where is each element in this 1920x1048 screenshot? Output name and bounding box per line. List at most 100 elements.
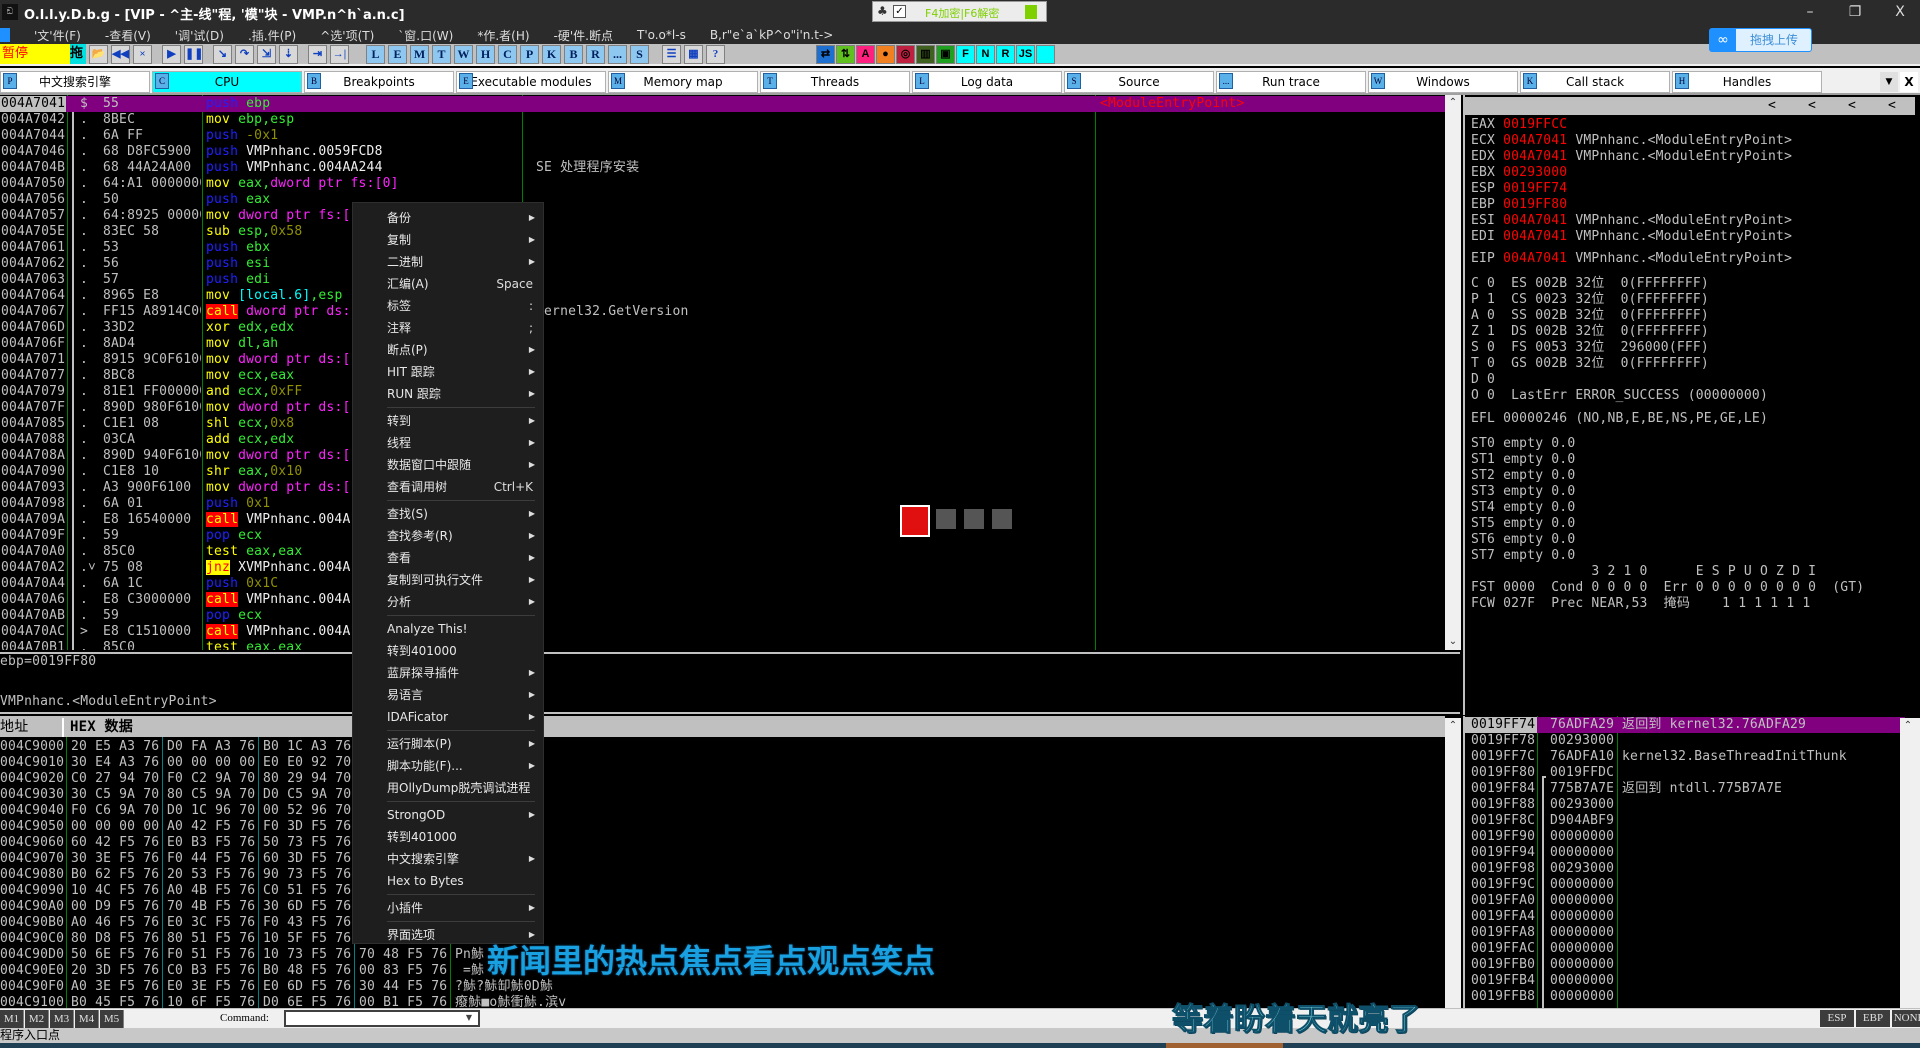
register-edx[interactable]: EDX 004A7041 VMPnhanc.<ModuleEntryPoint> — [1471, 149, 1792, 165]
tabs-dropdown-button[interactable]: ▼ — [1880, 72, 1898, 92]
disasm-row[interactable]: 004A70A6. E8 C3000000 call VMPnhanc.004A — [0, 592, 1445, 608]
menu-item[interactable]: 备份 ▶ — [353, 207, 543, 229]
f-icon[interactable]: F — [956, 44, 975, 64]
dump-address-header[interactable]: 地址 — [0, 718, 64, 737]
fpu-register[interactable]: ST0 empty 0.0 — [1471, 436, 1575, 452]
dump-row[interactable]: 004C90A0 00 D9 F5 76 70 4B F5 76 30 6D F5 7… — [0, 899, 1445, 915]
updown-icon[interactable]: ⇅ — [836, 44, 855, 64]
menu-item[interactable]: 转到 ▶ — [353, 410, 543, 432]
color-grid-icon[interactable]: ▦ — [684, 44, 703, 64]
menu-item[interactable]: 转到401000 — [353, 640, 543, 662]
flag-row[interactable]: S 0 FS 0053 32位 296000(FFF) — [1471, 340, 1709, 356]
minimize-button[interactable]: – — [1790, 2, 1830, 22]
tab-windows[interactable]: W Windows — [1368, 71, 1518, 93]
menu-item[interactable]: 查找参考(R) ▶ — [353, 525, 543, 547]
tab-executable-modules[interactable]: E Executable modules — [456, 71, 606, 93]
menu-item[interactable]: 汇编(A) Space — [353, 273, 543, 295]
flag-row[interactable]: Z 1 DS 002B 32位 0(FFFFFFFF) — [1471, 324, 1709, 340]
goto-icon[interactable]: →| — [330, 44, 349, 64]
restore-button[interactable]: ❐ — [1835, 2, 1875, 22]
flag-row[interactable]: P 1 CS 0023 32位 0(FFFFFFFF) — [1471, 292, 1709, 308]
window-button-4[interactable]: W — [454, 44, 473, 64]
disasm-row[interactable]: 004A7093. A3 900F6100 mov dword ptr ds:[ — [0, 480, 1445, 496]
disasm-row[interactable]: 004A70A2 .˅ 75 08 jnz XVMPnhanc.004A — [0, 560, 1445, 576]
menu-item[interactable]: 分析 ▶ — [353, 591, 543, 613]
panel-icon[interactable]: ▣ — [936, 44, 955, 64]
menu-item[interactable]: 查找(S) ▶ — [353, 503, 543, 525]
flag-row[interactable]: O 0 LastErr ERROR_SUCCESS (00000000) — [1471, 388, 1768, 404]
window-button-5[interactable]: H — [476, 44, 495, 64]
tab-breakpoints[interactable]: B Breakpoints — [304, 71, 454, 93]
stack-row[interactable]: 0019FF7C 76ADFA10 kernel32.BaseThreadInitT… — [1465, 749, 1905, 765]
dump-row[interactable]: 004C9080 B0 62 F5 76 20 53 F5 76 90 73 F5 7… — [0, 867, 1445, 883]
stack-row[interactable]: 0019FF98 00293000 — [1465, 861, 1905, 877]
disasm-row[interactable]: 004A704B. 68 44A24A00 push VMPnhanc.004AA2… — [0, 160, 1445, 176]
menu-item[interactable]: 复制到可执行文件 ▶ — [353, 569, 543, 591]
menu-item[interactable]: ^选'项(T) — [320, 27, 374, 44]
stack-row[interactable]: 0019FF90 00000000 — [1465, 829, 1905, 845]
scroll-up-icon[interactable]: ⌃ — [1445, 95, 1461, 111]
menu-item[interactable]: Analyze This! — [353, 618, 543, 640]
stack-row[interactable]: 0019FF80 0019FFDC — [1465, 765, 1905, 781]
mark-button-m5[interactable]: M5 — [100, 1010, 124, 1028]
menu-item[interactable]: 转到401000 — [353, 826, 543, 848]
menu-item[interactable]: 运行脚本(P) ▶ — [353, 733, 543, 755]
register-esp[interactable]: ESP 0019FF74 — [1471, 181, 1575, 197]
menu-item[interactable]: -硬'件.断点 — [554, 27, 613, 44]
registers-arrow-icon[interactable]: < — [1808, 97, 1816, 115]
dump-row[interactable]: 004C9060 60 42 F5 76 E0 B3 F5 76 50 73 F5 7… — [0, 835, 1445, 851]
disasm-row[interactable]: 004A7062. 56 push esi — [0, 256, 1445, 272]
register-eax[interactable]: EAX 0019FFCC — [1471, 117, 1575, 133]
a-icon[interactable]: A — [856, 44, 875, 64]
disasm-row[interactable]: 004A707F. 890D 980F6100 mov dword ptr ds:[ — [0, 400, 1445, 416]
dump-row[interactable]: 004C9010 30 E4 A3 76 00 00 00 00 E0 E0 92 7… — [0, 755, 1445, 771]
stack-row[interactable]: 0019FFA8 00000000 — [1465, 925, 1905, 941]
window-button-2[interactable]: M — [410, 44, 429, 64]
stack-row[interactable]: 0019FF84 775B7A7E 返回到 ntdll.775B7A7E — [1465, 781, 1905, 797]
disasm-row[interactable]: 004A7042. 8BEC mov ebp,esp — [0, 112, 1445, 128]
menu-item[interactable]: 查看 ▶ — [353, 547, 543, 569]
menu-item[interactable]: 脚本功能(F)... ▶ — [353, 755, 543, 777]
disasm-row[interactable]: 004A705E. 83EC 58 sub esp,0x58 — [0, 224, 1445, 240]
disasm-row[interactable]: 004A7050. 64:A1 00000000 mov eax,dword ptr… — [0, 176, 1445, 192]
stack-row[interactable]: 0019FF74 76ADFA29 返回到 kernel32.76ADFA29 — [1465, 717, 1905, 733]
fpu-register[interactable]: ST6 empty 0.0 — [1471, 532, 1575, 548]
menu-item[interactable]: 蓝屏探寻插件 ▶ — [353, 662, 543, 684]
step-over-icon[interactable]: ↷ — [235, 44, 254, 64]
disasm-row[interactable]: 004A708A. 890D 940F6100 mov dword ptr ds:[ — [0, 448, 1445, 464]
blank-icon[interactable] — [1036, 44, 1055, 64]
menu-item[interactable]: B,r"e`a`kP^o"i'n.t-> — [710, 28, 833, 42]
window-button-3[interactable]: T — [432, 44, 451, 64]
scroll-up-icon[interactable]: ⌃ — [1900, 718, 1916, 734]
stack-row[interactable]: 0019FFB4 00000000 — [1465, 973, 1905, 989]
stack-pane[interactable]: 0019FF74 76ADFA29 返回到 kernel32.76ADFA29 001… — [1463, 716, 1920, 1008]
swap-icon[interactable]: ⇄ — [816, 44, 835, 64]
stack-row[interactable]: 0019FFB8 00000000 — [1465, 989, 1905, 1005]
disassembly-scrollbar[interactable]: ⌃ ⌄ — [1445, 95, 1461, 650]
disasm-row[interactable]: 004A70B1. 85C0 test eax,eax — [0, 640, 1445, 650]
fpu-control-word[interactable]: FCW 027F Prec NEAR,53 掩码 1 1 1 1 1 1 — [1471, 596, 1810, 612]
menu-item[interactable]: 用OllyDump脱壳调试进程 — [353, 777, 543, 799]
r-icon[interactable]: R — [996, 44, 1015, 64]
tab-cpu[interactable]: C CPU — [152, 71, 302, 93]
menu-item[interactable]: StrongOD ▶ — [353, 804, 543, 826]
tab-memory-map[interactable]: M Memory map — [608, 71, 758, 93]
disasm-row[interactable]: 004A7064. 8965 E8 mov [local.6],esp — [0, 288, 1445, 304]
window-button-10[interactable]: R — [586, 44, 605, 64]
js-icon[interactable]: JS — [1016, 44, 1035, 64]
registers-arrow-icon[interactable]: < — [1848, 97, 1856, 115]
disasm-row[interactable]: 004A7085. C1E1 08 shl ecx,0x8 — [0, 416, 1445, 432]
step-into-icon[interactable]: ↘ — [213, 44, 232, 64]
scroll-down-icon[interactable]: ⌄ — [1445, 634, 1461, 650]
disasm-row[interactable]: 004A7063. 57 push edi — [0, 272, 1445, 288]
menu-item[interactable]: IDAFicator ▶ — [353, 706, 543, 728]
disasm-row[interactable]: 004A7079. 81E1 FF000000 and ecx,0xFF — [0, 384, 1445, 400]
fpu-bits-header[interactable]: 3 2 1 0 E S P U O Z D I — [1471, 564, 1816, 580]
window-button-1[interactable]: E — [388, 44, 407, 64]
tab-handles[interactable]: H Handles — [1672, 71, 1822, 93]
target-icon[interactable]: ◎ — [896, 44, 915, 64]
menu-item[interactable]: -查看(V) — [105, 27, 151, 44]
stack-scrollbar[interactable]: ⌃ — [1900, 718, 1920, 1008]
dump-row[interactable]: 004C9090 10 4C F5 76 A0 4B F5 76 C0 51 F5 7… — [0, 883, 1445, 899]
menu-item[interactable]: 二进制 ▶ — [353, 251, 543, 273]
